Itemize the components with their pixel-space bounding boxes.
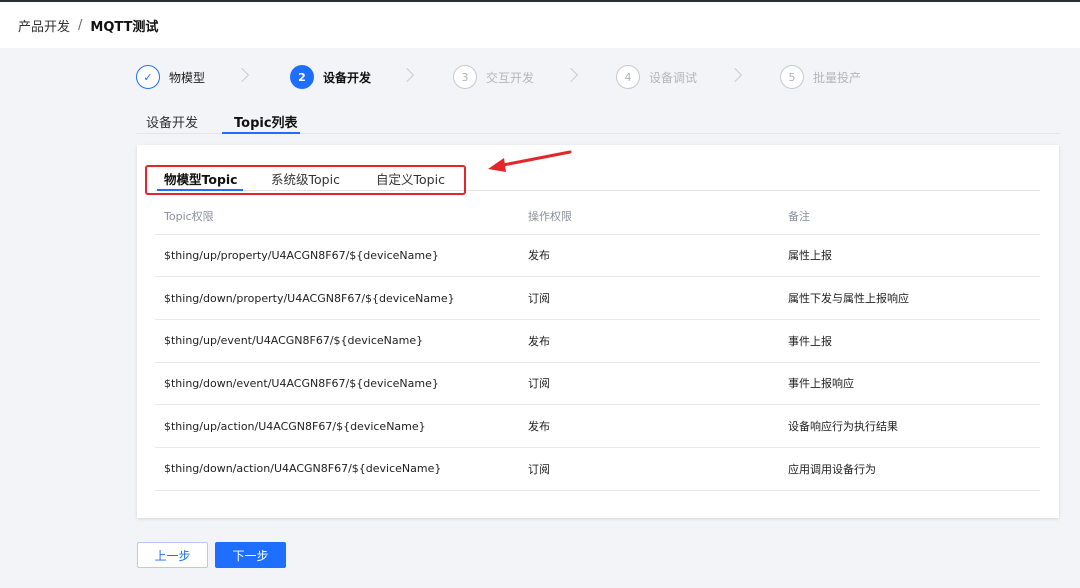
step-2[interactable]: 2 设备开发 xyxy=(290,64,371,90)
breadcrumb: 产品开发 / MQTT测试 xyxy=(0,2,1080,48)
outer-tabs: 设备开发 Topic列表 xyxy=(136,108,1060,134)
table-header-row: Topic权限 操作权限 备注 xyxy=(155,198,1040,235)
tab-device-dev[interactable]: 设备开发 xyxy=(146,112,198,131)
cell-note: 属性上报 xyxy=(779,234,1040,278)
topic-card: 物模型Topic 系统级Topic 自定义Topic Topic权限 操作权限 … xyxy=(137,145,1059,518)
step-number: 3 xyxy=(453,65,477,89)
check-icon: ✓ xyxy=(136,65,160,89)
table-row: $thing/down/action/U4ACGN8F67/${deviceNa… xyxy=(155,447,1040,491)
cell-topic: $thing/down/property/U4ACGN8F67/${device… xyxy=(155,276,519,320)
breadcrumb-current: MQTT测试 xyxy=(90,19,159,35)
step-label: 物模型 xyxy=(169,70,206,85)
cell-note: 设备响应行为执行结果 xyxy=(779,404,1040,448)
cell-permission: 发布 xyxy=(519,319,779,363)
step-label: 批量投产 xyxy=(813,70,862,85)
cell-note: 属性下发与属性上报响应 xyxy=(779,276,1040,320)
prev-step-button[interactable]: 上一步 xyxy=(137,542,208,568)
table-row: $thing/down/event/U4ACGN8F67/${deviceNam… xyxy=(155,362,1040,406)
breadcrumb-separator: / xyxy=(78,17,83,33)
breadcrumb-parent[interactable]: 产品开发 xyxy=(18,16,70,35)
table-row: $thing/down/property/U4ACGN8F67/${device… xyxy=(155,276,1040,320)
cell-note: 应用调用设备行为 xyxy=(779,447,1040,491)
annotation-arrow-icon xyxy=(488,150,572,172)
cell-permission: 订阅 xyxy=(519,276,779,320)
chevron-right-icon xyxy=(563,67,579,83)
step-label: 设备调试 xyxy=(649,70,698,85)
cell-topic: $thing/down/event/U4ACGN8F67/${deviceNam… xyxy=(155,362,519,406)
step-4[interactable]: 4 设备调试 xyxy=(616,64,697,90)
cell-permission: 发布 xyxy=(519,404,779,448)
stepper: ✓ 物模型 2 设备开发 3 交互开发 4 设备调试 5 批量投产 xyxy=(136,64,896,90)
next-step-button[interactable]: 下一步 xyxy=(215,542,286,568)
step-1[interactable]: ✓ 物模型 xyxy=(136,64,205,90)
chevron-right-icon xyxy=(399,67,415,83)
step-number: 5 xyxy=(780,65,804,89)
cell-topic: $thing/down/action/U4ACGN8F67/${deviceNa… xyxy=(155,447,519,491)
header-note: 备注 xyxy=(779,198,1040,235)
step-label: 交互开发 xyxy=(486,70,535,85)
header-topic: Topic权限 xyxy=(155,198,519,235)
step-number: 4 xyxy=(616,65,640,89)
cell-note: 事件上报响应 xyxy=(779,362,1040,406)
header-permission: 操作权限 xyxy=(519,198,779,235)
cell-topic: $thing/up/action/U4ACGN8F67/${deviceName… xyxy=(155,404,519,448)
cell-permission: 发布 xyxy=(519,234,779,278)
table-row: $thing/up/property/U4ACGN8F67/${deviceNa… xyxy=(155,234,1040,278)
step-label: 设备开发 xyxy=(323,70,372,85)
step-3[interactable]: 3 交互开发 xyxy=(453,64,534,90)
cell-permission: 订阅 xyxy=(519,447,779,491)
annotation-highlight-box xyxy=(145,165,466,195)
step-5[interactable]: 5 批量投产 xyxy=(780,64,861,90)
active-tab-indicator xyxy=(222,132,300,134)
table-row: $thing/up/action/U4ACGN8F67/${deviceName… xyxy=(155,404,1040,448)
cell-topic: $thing/up/event/U4ACGN8F67/${deviceName} xyxy=(155,319,519,363)
chevron-right-icon xyxy=(727,67,743,83)
cell-note: 事件上报 xyxy=(779,319,1040,363)
topic-table: Topic权限 操作权限 备注 $thing/up/property/U4ACG… xyxy=(155,198,1040,491)
tab-topic-list[interactable]: Topic列表 xyxy=(234,112,298,131)
chevron-right-icon xyxy=(234,67,250,83)
cell-topic: $thing/up/property/U4ACGN8F67/${deviceNa… xyxy=(155,234,519,278)
cell-permission: 订阅 xyxy=(519,362,779,406)
table-row: $thing/up/event/U4ACGN8F67/${deviceName}… xyxy=(155,319,1040,363)
step-number: 2 xyxy=(290,65,314,89)
